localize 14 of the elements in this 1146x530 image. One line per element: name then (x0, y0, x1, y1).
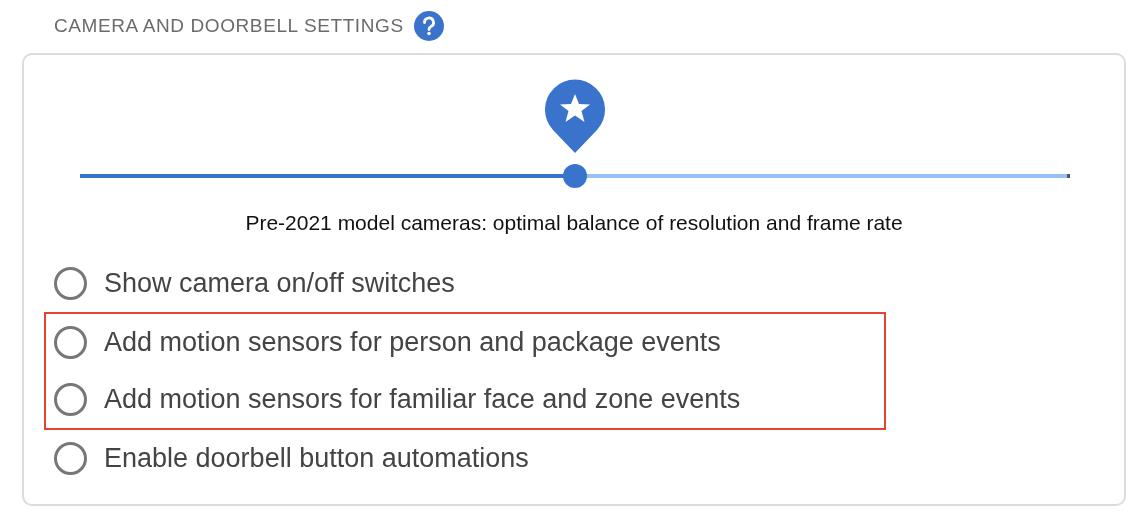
radio-button[interactable] (54, 442, 87, 475)
radio-button[interactable] (54, 383, 87, 416)
option-label: Enable doorbell button automations (104, 443, 529, 474)
slider-thumb[interactable] (563, 164, 587, 188)
option-label: Add motion sensors for person and package events (104, 327, 721, 358)
option-label: Add motion sensors for familiar face and zone events (104, 384, 741, 415)
radio-button[interactable] (54, 326, 87, 359)
star-pin-icon (544, 77, 606, 153)
radio-button[interactable] (54, 267, 87, 300)
help-icon[interactable] (413, 11, 444, 41)
slider-caption: Pre-2021 model cameras: optimal balance of resolution and frame rate (244, 211, 904, 235)
option-label: Show camera on/off switches (104, 268, 455, 299)
section-title: CAMERA AND DOORBELL SETTINGS (54, 15, 404, 37)
slider-track[interactable] (80, 174, 1070, 178)
